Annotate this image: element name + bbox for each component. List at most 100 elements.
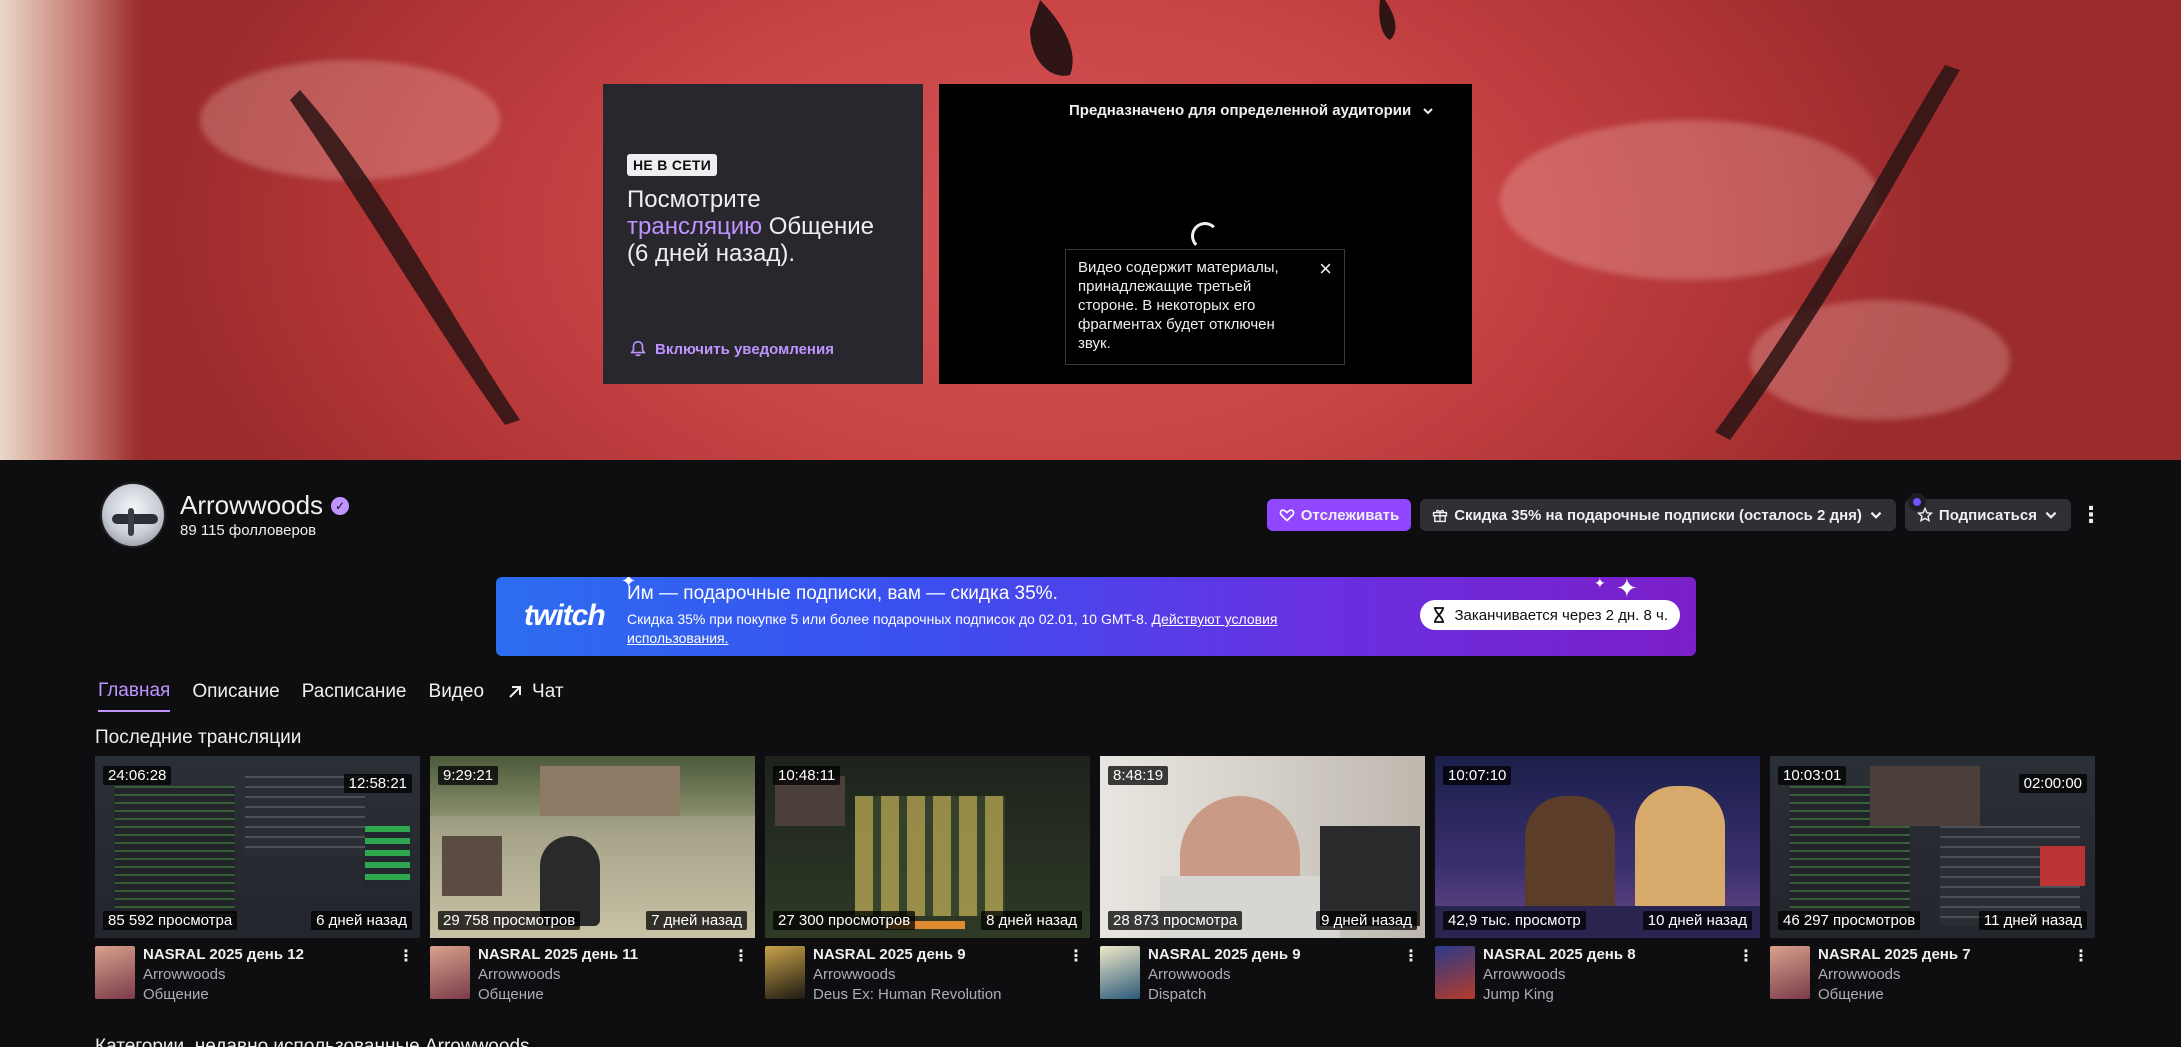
muted-audio-notice: Видео содержит материалы, принадлежащие …	[1065, 249, 1345, 365]
video-thumbnail[interactable]: 8:48:19 28 873 просмотра 9 дней назад	[1100, 756, 1425, 938]
more-vertical-icon[interactable]: ⋮	[1068, 946, 1084, 966]
video-category[interactable]: Общение	[1818, 986, 1884, 1003]
video-views: 46 297 просмотров	[1778, 911, 1921, 930]
more-vertical-icon[interactable]: ⋮	[1403, 946, 1419, 966]
video-title[interactable]: NASRAL 2025 день 9	[813, 946, 966, 963]
video-category[interactable]: Общение	[143, 986, 209, 1003]
video-title[interactable]: NASRAL 2025 день 11	[478, 946, 638, 963]
video-duration: 8:48:19	[1108, 766, 1169, 785]
tab-chat[interactable]: Чат	[506, 680, 564, 712]
audience-label: Предназначено для определенной аудитории	[1069, 102, 1412, 119]
video-thumbnail[interactable]: 10:03:01 02:00:00 46 297 просмотров 11 д…	[1770, 756, 2095, 938]
category-box-art[interactable]	[1100, 946, 1140, 999]
video-card[interactable]: 10:03:01 02:00:00 46 297 просмотров 11 д…	[1770, 756, 2095, 1006]
video-meta: NASRAL 2025 день 9 Arrowwoods Dispatch ⋮	[1100, 946, 1425, 1006]
gift-icon	[1433, 509, 1448, 523]
category-box-art[interactable]	[95, 946, 135, 999]
enable-notifications-button[interactable]: Включить уведомления	[629, 340, 834, 358]
video-thumbnail[interactable]: 9:29:21 29 758 просмотров 7 дней назад	[430, 756, 755, 938]
last-stream-category: Общение	[768, 213, 875, 240]
category-box-art[interactable]	[1435, 946, 1475, 999]
video-thumbnail[interactable]: 24:06:28 12:58:21 85 592 просмотра 6 дне…	[95, 756, 420, 938]
video-card[interactable]: 9:29:21 29 758 просмотров 7 дней назад N…	[430, 756, 755, 1006]
video-age: 8 дней назад	[981, 911, 1082, 930]
subscribe-label: Подписаться	[1938, 506, 2037, 524]
follow-label: Отслеживать	[1300, 506, 1400, 524]
video-title[interactable]: NASRAL 2025 день 9	[1148, 946, 1301, 963]
video-player[interactable]: Предназначено для определенной аудитории…	[939, 84, 1472, 384]
channel-header: Arrowwoods ✓ 89 115 фолловеров Отслежива…	[100, 482, 2102, 552]
video-card[interactable]: 24:06:28 12:58:21 85 592 просмотра 6 дне…	[95, 756, 420, 1006]
video-category[interactable]: Dispatch	[1148, 986, 1206, 1003]
category-box-art[interactable]	[765, 946, 805, 999]
video-channel[interactable]: Arrowwoods	[1483, 966, 1566, 983]
video-channel[interactable]: Arrowwoods	[143, 966, 226, 983]
video-card[interactable]: 8:48:19 28 873 просмотра 9 дней назад NA…	[1100, 756, 1425, 1006]
category-box-art[interactable]	[430, 946, 470, 999]
subscribe-button[interactable]: Подписаться	[1904, 499, 2071, 531]
chevron-down-icon	[1423, 107, 1433, 114]
video-category[interactable]: Deus Ex: Human Revolution	[813, 986, 1001, 1003]
arrow-up-right-icon	[509, 686, 522, 698]
channel-name[interactable]: Arrowwoods ✓	[180, 490, 350, 521]
chevron-down-icon	[2045, 511, 2057, 519]
sparkle-icon: ✦	[1594, 577, 1606, 591]
tab-videos[interactable]: Видео	[429, 680, 485, 712]
video-duration: 24:06:28	[103, 766, 172, 785]
tab-about[interactable]: Описание	[192, 680, 279, 712]
next-section-title: Категории, недавно использованные Arroww…	[95, 1036, 530, 1047]
channel-name-text: Arrowwoods	[180, 490, 324, 520]
category-box-art[interactable]	[1770, 946, 1810, 999]
more-vertical-icon[interactable]: ⋮	[1738, 946, 1754, 966]
last-stream-link[interactable]: трансляцию	[627, 213, 762, 240]
tab-schedule[interactable]: Расписание	[302, 680, 407, 712]
video-title[interactable]: NASRAL 2025 день 8	[1483, 946, 1636, 963]
video-age: 6 дней назад	[311, 911, 412, 930]
video-age: 11 дней назад	[1978, 911, 2087, 930]
offline-message: Посмотрите трансляцию Общение (6 дней на…	[627, 186, 899, 267]
avatar-plane	[112, 514, 158, 524]
video-thumbnail[interactable]: 10:07:10 42,9 тыс. просмотр 10 дней наза…	[1435, 756, 1760, 938]
heart-icon	[1279, 509, 1295, 522]
more-vertical-icon[interactable]: ⋮	[2080, 502, 2102, 528]
follow-button[interactable]: Отслеживать	[1266, 499, 1412, 531]
video-title[interactable]: NASRAL 2025 день 7	[1818, 946, 1971, 963]
enable-notifications-label: Включить уведомления	[655, 340, 834, 358]
video-views: 28 873 просмотра	[1108, 911, 1243, 930]
follower-count: 89 115 фолловеров	[180, 522, 317, 539]
video-meta: NASRAL 2025 день 8 Arrowwoods Jump King …	[1435, 946, 1760, 1006]
promo-title: Им — подарочные подписки, вам — скидка 3…	[627, 583, 1058, 604]
more-vertical-icon[interactable]: ⋮	[733, 946, 749, 966]
video-age: 9 дней назад	[1316, 911, 1417, 930]
avatar[interactable]	[100, 482, 166, 548]
video-card[interactable]: 10:48:11 27 300 просмотров 8 дней назад …	[765, 756, 1090, 1006]
channel-banner: НЕ В СЕТИ Посмотрите трансляцию Общение …	[0, 0, 2181, 460]
video-channel[interactable]: Arrowwoods	[813, 966, 896, 983]
video-meta: NASRAL 2025 день 11 Arrowwoods Общение ⋮	[430, 946, 755, 1006]
tab-home[interactable]: Главная	[98, 680, 171, 712]
channel-tabs: Главная Описание Расписание Видео Чат	[98, 680, 564, 712]
video-meta: NASRAL 2025 день 9 Arrowwoods Deus Ex: H…	[765, 946, 1090, 1006]
gift-sub-discount-button[interactable]: Скидка 35% на подарочные подписки (остал…	[1420, 499, 1896, 531]
video-duration: 10:03:01	[1778, 766, 1847, 785]
video-category[interactable]: Общение	[478, 986, 544, 1003]
more-vertical-icon[interactable]: ⋮	[2073, 946, 2089, 966]
twitch-logo: twitch	[524, 599, 606, 632]
video-channel[interactable]: Arrowwoods	[1818, 966, 1901, 983]
video-channel[interactable]: Arrowwoods	[478, 966, 561, 983]
audience-dropdown[interactable]: Предназначено для определенной аудитории	[1069, 102, 1435, 119]
video-thumbnail[interactable]: 10:48:11 27 300 просмотров 8 дней назад	[765, 756, 1090, 938]
video-views: 85 592 просмотра	[103, 911, 238, 930]
video-title[interactable]: NASRAL 2025 день 12	[143, 946, 304, 963]
close-icon[interactable]: ×	[1319, 258, 1332, 280]
video-meta: NASRAL 2025 день 12 Arrowwoods Общение ⋮	[95, 946, 420, 1006]
promo-subtitle-text: Скидка 35% при покупке 5 или более подар…	[627, 611, 1148, 627]
video-channel[interactable]: Arrowwoods	[1148, 966, 1231, 983]
more-vertical-icon[interactable]: ⋮	[398, 946, 414, 966]
video-card[interactable]: 10:07:10 42,9 тыс. просмотр 10 дней наза…	[1435, 756, 1760, 1006]
video-category[interactable]: Jump King	[1483, 986, 1554, 1003]
section-title: Последние трансляции	[95, 727, 302, 748]
promo-countdown: Заканчивается через 2 дн. 8 ч.	[1420, 600, 1680, 630]
offline-badge: НЕ В СЕТИ	[627, 154, 718, 176]
video-age: 10 дней назад	[1642, 911, 1752, 930]
